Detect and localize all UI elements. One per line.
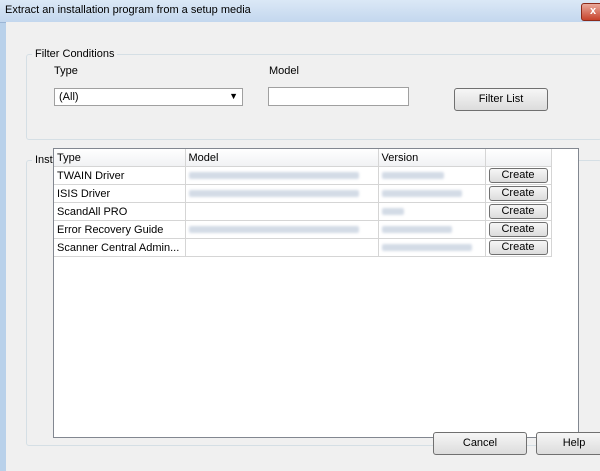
row-version-redacted xyxy=(378,184,486,203)
type-label: Type xyxy=(54,65,78,77)
column-header-type[interactable]: Type xyxy=(54,149,186,167)
table-row[interactable]: TWAIN Driver Create xyxy=(54,166,552,185)
row-model-redacted xyxy=(185,184,379,203)
dialog-body: Filter Conditions Type Model (All) ▼ Fil… xyxy=(6,22,600,471)
close-icon: x xyxy=(589,5,597,17)
table-row[interactable]: ISIS Driver Create xyxy=(54,184,552,203)
row-version-redacted xyxy=(378,220,486,239)
filter-list-button[interactable]: Filter List xyxy=(454,88,548,111)
filter-conditions-legend: Filter Conditions xyxy=(35,48,115,60)
table-row[interactable]: Error Recovery Guide Create xyxy=(54,220,552,239)
column-header-action xyxy=(485,149,552,167)
table-header-row: Type Model Version xyxy=(54,149,552,167)
row-type: ISIS Driver xyxy=(54,184,186,203)
program-table[interactable]: Type Model Version TWAIN Driver Create I… xyxy=(53,148,579,438)
row-version-redacted xyxy=(378,166,486,185)
create-button[interactable]: Create xyxy=(488,222,548,237)
model-label: Model xyxy=(269,65,299,77)
row-type: TWAIN Driver xyxy=(54,166,186,185)
row-type: ScandAll PRO xyxy=(54,202,186,221)
row-model xyxy=(185,238,379,257)
type-select-value: (All) xyxy=(59,91,79,103)
row-model xyxy=(185,202,379,221)
table-row[interactable]: ScandAll PRO Create xyxy=(54,202,552,221)
cancel-button[interactable]: Cancel xyxy=(433,432,527,455)
row-model-redacted xyxy=(185,220,379,239)
help-button[interactable]: Help xyxy=(536,432,600,455)
row-version-redacted xyxy=(378,202,486,221)
create-button[interactable]: Create xyxy=(488,186,548,201)
window-title: Extract an installation program from a s… xyxy=(5,4,251,16)
title-bar: Extract an installation program from a s… xyxy=(0,0,600,23)
table-row[interactable]: Scanner Central Admin... Create xyxy=(54,238,552,257)
model-input[interactable] xyxy=(268,87,409,106)
dropdown-arrow-icon[interactable]: ▼ xyxy=(229,91,238,101)
row-type: Error Recovery Guide xyxy=(54,220,186,239)
column-header-version[interactable]: Version xyxy=(378,149,486,167)
row-type: Scanner Central Admin... xyxy=(54,238,186,257)
create-button[interactable]: Create xyxy=(488,168,548,183)
close-button[interactable]: x xyxy=(581,3,600,21)
create-button[interactable]: Create xyxy=(488,204,548,219)
type-select[interactable]: (All) ▼ xyxy=(54,88,243,106)
row-model-redacted xyxy=(185,166,379,185)
column-header-model[interactable]: Model xyxy=(185,149,379,167)
create-button[interactable]: Create xyxy=(488,240,548,255)
row-version-redacted xyxy=(378,238,486,257)
